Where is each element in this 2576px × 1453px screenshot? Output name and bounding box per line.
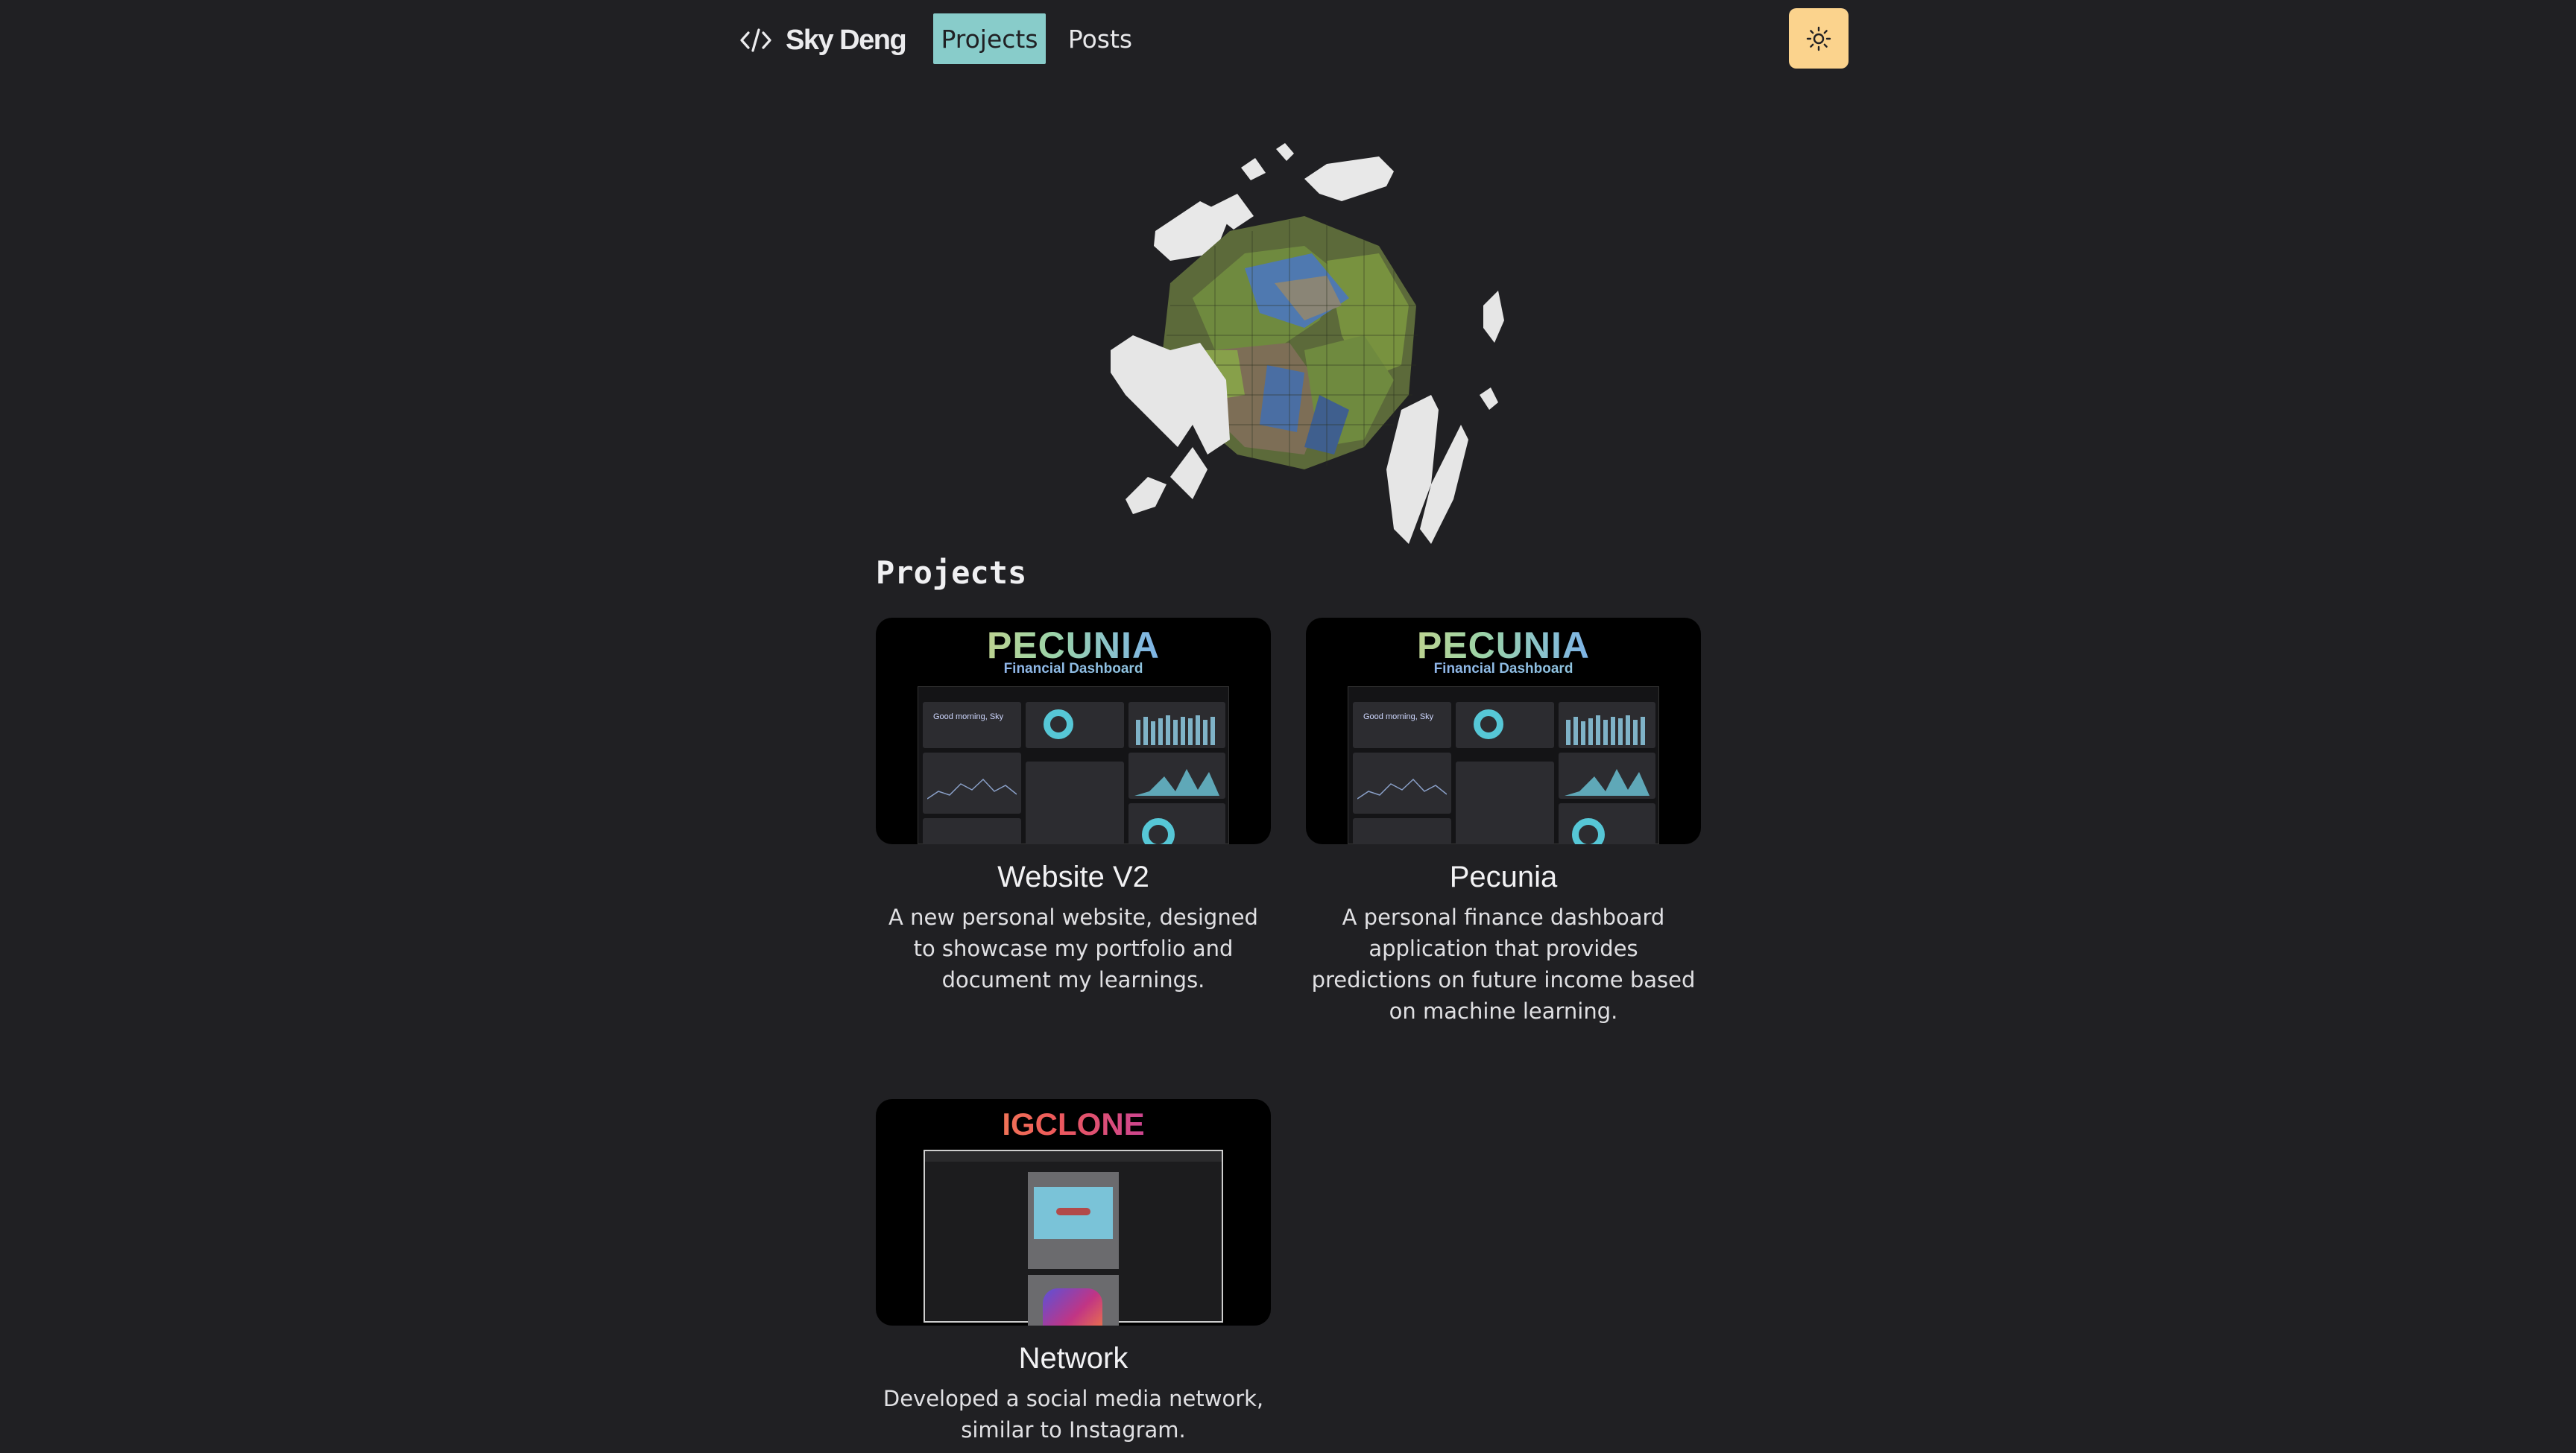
page: Sky Deng Projects Posts Projects PECUNIA…: [0, 0, 2576, 1453]
home-logo-link[interactable]: Sky Deng: [739, 19, 907, 61]
dashboard-greeting: Good morning, Sky: [1363, 712, 1434, 721]
site-header: Sky Deng Projects Posts: [0, 0, 2576, 82]
instagram-clone-preview: [924, 1150, 1223, 1326]
thumbnail-subheading: Financial Dashboard: [876, 661, 1271, 677]
nav-posts-link[interactable]: Posts: [1055, 13, 1145, 64]
voxel-island-model[interactable]: [1081, 127, 1528, 581]
project-card-network[interactable]: IGCLONE Network Developed a social media…: [876, 1099, 1271, 1446]
project-description: Developed a social media network, simila…: [883, 1386, 1264, 1443]
project-thumbnail: PECUNIA Financial Dashboard Good morning…: [1306, 618, 1701, 844]
code-icon: [740, 28, 771, 52]
project-card-pecunia[interactable]: PECUNIA Financial Dashboard Good morning…: [1306, 618, 1701, 1027]
dashboard-preview: Good morning, Sky: [1348, 686, 1659, 844]
project-thumbnail: IGCLONE: [876, 1099, 1271, 1326]
project-title: Pecunia: [1449, 861, 1558, 893]
theme-toggle-button[interactable]: [1789, 8, 1849, 69]
dashboard-greeting: Good morning, Sky: [933, 712, 1004, 721]
thumbnail-subheading: Financial Dashboard: [1306, 661, 1701, 677]
sun-icon: [1806, 26, 1831, 51]
projects-heading: Projects: [876, 554, 1027, 591]
project-title: Website V2: [997, 861, 1149, 893]
nav-projects-link[interactable]: Projects: [933, 13, 1046, 64]
project-description: A new personal website, designed to show…: [888, 905, 1258, 993]
project-description: A personal finance dashboard application…: [1311, 905, 1696, 1024]
project-card-website-v2[interactable]: PECUNIA Financial Dashboard Good morning…: [876, 618, 1271, 995]
thumbnail-heading: IGCLONE: [876, 1107, 1271, 1142]
project-title: Network: [1018, 1342, 1128, 1375]
project-thumbnail: PECUNIA Financial Dashboard Good morning…: [876, 618, 1271, 844]
dashboard-preview: Good morning, Sky: [918, 686, 1229, 844]
brand-name: Sky Deng: [786, 24, 907, 56]
instagram-logo-icon: [1043, 1288, 1102, 1326]
